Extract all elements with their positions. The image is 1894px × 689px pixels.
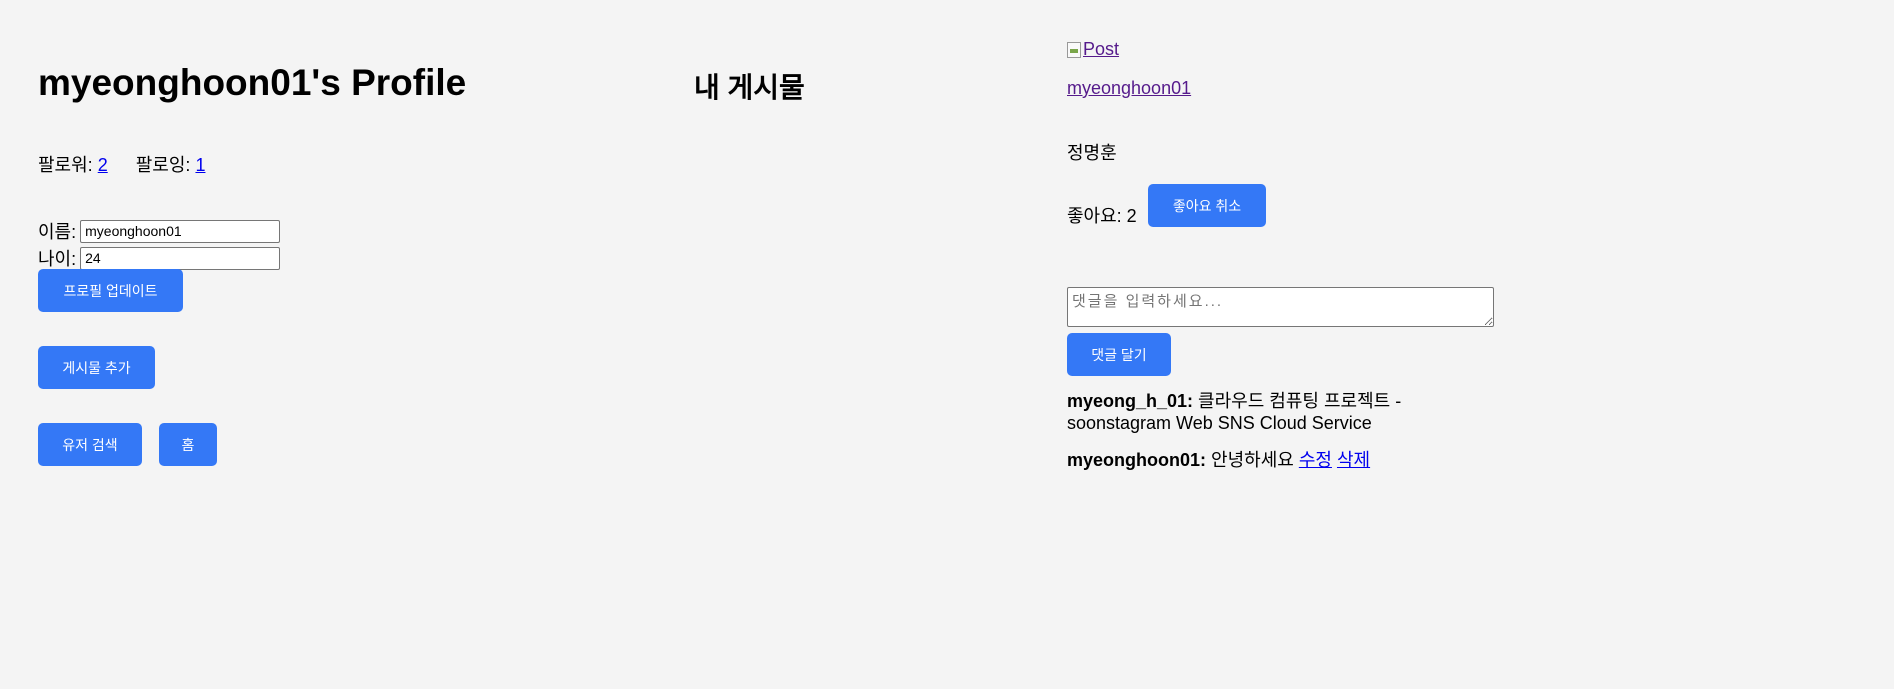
page-title: myeonghoon01's Profile (38, 62, 467, 103)
comment-input[interactable] (1067, 287, 1494, 327)
unlike-button[interactable]: 좋아요 취소 (1148, 184, 1266, 227)
post-image[interactable]: Post (1067, 39, 1119, 60)
my-posts-title: 내 게시물 (694, 72, 805, 103)
comment-text: 안녕하세요 (1206, 450, 1299, 470)
add-post-button[interactable]: 게시물 추가 (38, 346, 155, 389)
age-row: 나이: (38, 245, 281, 271)
name-label: 이름: (38, 222, 77, 242)
add-comment-button[interactable]: 댓글 달기 (1067, 333, 1171, 376)
home-button[interactable]: 홈 (159, 423, 217, 466)
followers-count-link[interactable]: 2 (98, 155, 108, 175)
comment-author: myeonghoon01: (1067, 450, 1207, 470)
comment-item: myeong_h_01: 클라우드 컴퓨팅 프로젝트 - soonstagram… (1067, 390, 1447, 434)
comment-item: myeonghoon01: 안녕하세요 수정 삭제 (1067, 449, 1447, 471)
update-profile-button[interactable]: 프로필 업데이트 (38, 269, 183, 312)
following-label: 팔로잉: (135, 155, 191, 175)
age-input[interactable] (80, 246, 281, 270)
post-image-alt: Post (1083, 39, 1120, 59)
comment-edit-link[interactable]: 수정 (1299, 450, 1332, 470)
following-count-link[interactable]: 1 (195, 155, 205, 175)
search-user-button[interactable]: 유저 검색 (38, 423, 142, 466)
name-input[interactable] (80, 219, 281, 243)
name-row: 이름: (38, 218, 281, 244)
follow-stats: 팔로워: 2 팔로잉: 1 (38, 151, 205, 177)
comment-delete-link[interactable]: 삭제 (1337, 450, 1370, 470)
broken-image-icon (1067, 41, 1081, 58)
age-label: 나이: (38, 249, 77, 269)
followers-label: 팔로워: (38, 155, 93, 175)
comment-author: myeong_h_01: (1067, 391, 1194, 411)
post-author-fullname: 정명훈 (1067, 143, 1117, 163)
post-author-link[interactable]: myeonghoon01 (1067, 78, 1191, 99)
likes-count: 좋아요: 2 (1067, 206, 1137, 226)
